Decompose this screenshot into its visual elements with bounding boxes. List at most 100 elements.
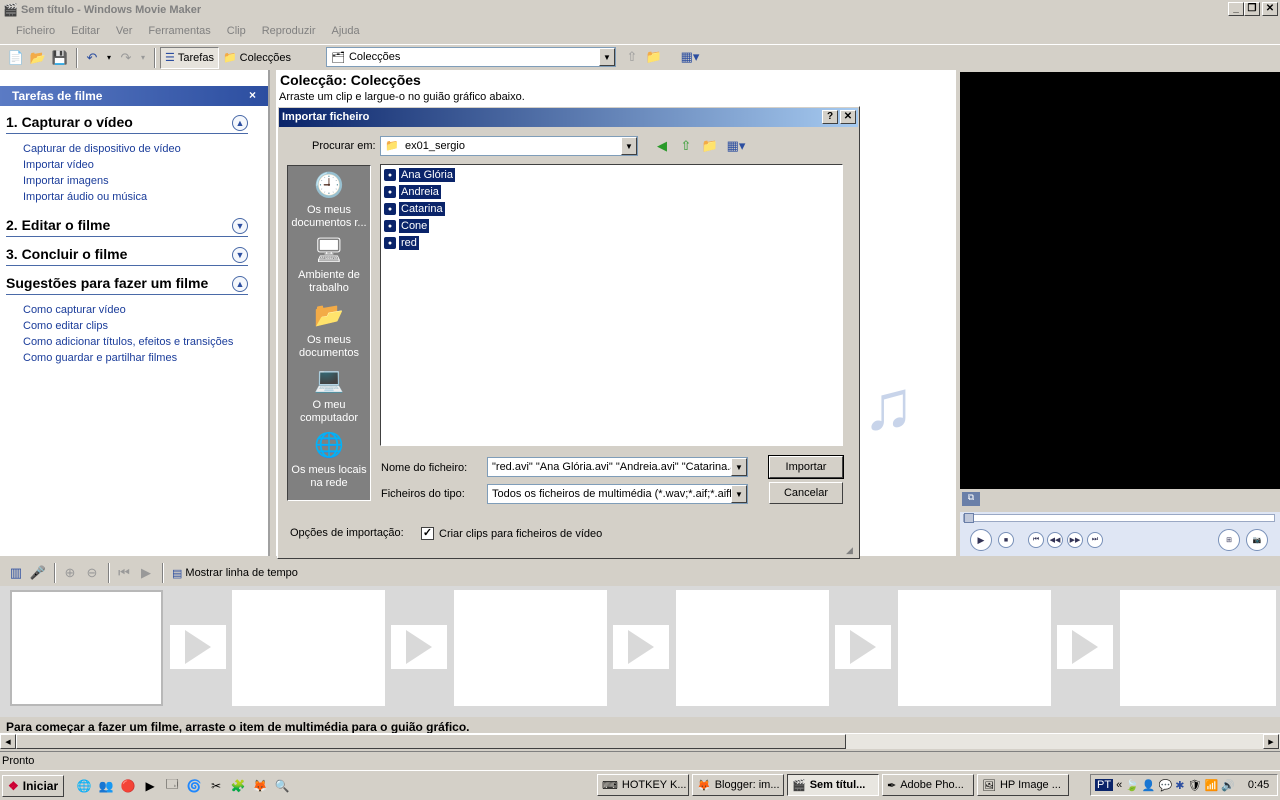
storyboard-frame[interactable] [10,590,163,706]
split-icon[interactable]: ⧉ [962,492,980,506]
new-folder-icon[interactable]: 📁 [700,136,720,156]
scroll-right-icon[interactable]: ▶ [1263,734,1279,749]
firefox-icon[interactable]: 🦊 [250,776,270,796]
tray-app-icon[interactable]: 🍃 [1125,779,1139,792]
collection-combo[interactable]: 🗂 Colecções ▼ [326,47,616,67]
tray-app-icon[interactable]: 🛡 [1188,779,1202,792]
file-item[interactable]: ● Andreia [384,185,441,199]
stop-icon[interactable]: ■ [998,532,1014,548]
restore-button[interactable]: ❐ [1244,2,1260,16]
help-button[interactable]: ? [822,110,838,124]
expand-tray-icon[interactable]: « [1116,779,1122,791]
place-recent[interactable]: 🕘 Os meus documentos r... [287,169,371,230]
app-quicklaunch-icon[interactable]: 🌀 [184,776,204,796]
start-button[interactable]: ❖ Iniciar [2,774,65,797]
cancel-button[interactable]: Cancelar [769,482,843,504]
redo-dropdown-icon[interactable]: ▾ [138,48,148,68]
bluetooth-icon[interactable]: ✱ [1175,779,1184,792]
app-quicklaunch-icon[interactable]: ✂ [206,776,226,796]
link-capture-device[interactable]: Capturar de dispositivo de vídeo [23,143,181,155]
zoom-out-icon[interactable]: ⊖ [82,563,102,583]
tasks-button[interactable]: ☰ Tarefas [160,46,219,69]
open-project-icon[interactable]: 📂 [28,48,48,68]
back-icon[interactable]: ◀ [652,136,672,156]
link-import-audio[interactable]: Importar áudio ou música [23,191,147,203]
seek-thumb[interactable] [964,513,974,523]
storyboard-frame[interactable] [898,590,1051,706]
ie-icon[interactable]: 🌐 [74,776,94,796]
chevron-down-icon[interactable]: ▼ [599,48,615,66]
narrate-icon[interactable]: 🎤 [28,563,48,583]
forward-icon[interactable]: ▶▶ [1067,532,1083,548]
volume-icon[interactable]: 🔊 [1221,779,1235,792]
storyboard-frame[interactable] [1120,590,1276,706]
section-edit[interactable]: 2. Editar o filme ▼ [6,217,248,237]
storyboard-icon[interactable]: ▥ [6,563,26,583]
new-project-icon[interactable]: 📄 [6,48,26,68]
section-finish[interactable]: 3. Concluir o filme ▼ [6,246,248,266]
file-item[interactable]: ● Cone [384,219,430,233]
transition-slot[interactable] [391,625,447,669]
menu-ficheiro[interactable]: Ficheiro [8,25,63,37]
play-icon[interactable]: ▶ [970,529,992,551]
show-timeline-button[interactable]: ▤ Mostrar linha de tempo [168,562,302,584]
chevron-down-icon[interactable]: ▼ [232,247,248,263]
file-list[interactable] [380,164,843,446]
media-player-icon[interactable]: ▶ [140,776,160,796]
filename-field[interactable]: "red.avi" "Ana Glória.avi" "Andreia.avi"… [487,457,748,477]
clock[interactable]: 0:45 [1248,779,1269,791]
place-desktop[interactable]: 🖥 Ambiente de trabalho [287,234,371,295]
chevron-up-icon[interactable]: ▲ [232,115,248,131]
place-my-documents[interactable]: 📂 Os meus documentos [287,299,371,360]
view-menu-icon[interactable]: ▦▾ [724,136,748,156]
undo-dropdown-icon[interactable]: ▾ [104,48,114,68]
menu-reproduzir[interactable]: Reproduzir [254,25,324,37]
transition-slot[interactable] [1057,625,1113,669]
file-item[interactable]: ● red [384,235,420,251]
chevron-down-icon[interactable]: ▼ [621,137,637,155]
chevron-down-icon[interactable]: ▼ [731,485,747,503]
save-project-icon[interactable]: 💾 [50,48,70,68]
taskbar-app-hotkey[interactable]: ⌨ HOTKEY K... [597,774,689,796]
views-icon[interactable]: ▦▾ [678,47,702,67]
menu-ferramentas[interactable]: Ferramentas [140,25,218,37]
link-import-images[interactable]: Importar imagens [23,175,109,187]
split-clip-icon[interactable]: ⊞ [1218,529,1240,551]
dialog-close-button[interactable]: ✕ [840,110,856,124]
play-storyboard-icon[interactable]: ▶ [136,563,156,583]
menu-clip[interactable]: Clip [219,25,254,37]
close-button[interactable]: ✕ [1262,2,1278,16]
up-level-icon[interactable]: ⇧ [622,47,642,67]
link-how-capture[interactable]: Como capturar vídeo [23,304,126,316]
language-indicator[interactable]: PT [1095,779,1114,791]
scroll-left-icon[interactable]: ◀ [0,734,16,749]
app-quicklaunch-icon[interactable]: 🗔 [162,776,182,796]
rewind-storyboard-icon[interactable]: ⏮ [114,563,134,583]
link-import-video[interactable]: Importar vídeo [23,159,94,171]
redo-icon[interactable]: ↷ [116,48,136,68]
section-capture[interactable]: 1. Capturar o vídeo ▲ [6,114,248,134]
chevron-down-icon[interactable]: ▼ [731,458,747,476]
tray-app-icon[interactable]: 💬 [1159,779,1173,792]
look-in-combo[interactable]: 📁 ex01_sergio ▼ [380,136,638,156]
storyboard-frame[interactable] [232,590,385,706]
wireless-icon[interactable]: 📶 [1204,779,1218,792]
place-network[interactable]: 🌐 Os meus locais na rede [287,429,371,490]
transition-slot[interactable] [835,625,891,669]
menu-editar[interactable]: Editar [63,25,108,37]
import-button[interactable]: Importar [768,455,844,479]
taskbar-app-photoshop[interactable]: ✒ Adobe Pho... [882,774,974,796]
taskbar-app-blogger[interactable]: 🦊 Blogger: im... [692,774,784,796]
scroll-thumb[interactable] [16,734,846,749]
transition-slot[interactable] [613,625,669,669]
new-collection-icon[interactable]: 📁 [644,47,664,67]
user-icon[interactable]: 👤 [1142,779,1156,792]
chevron-down-icon[interactable]: ▼ [232,218,248,234]
file-item[interactable]: ● Ana Glória [384,168,455,182]
transition-slot[interactable] [170,625,226,669]
close-icon[interactable]: × [249,88,256,102]
rewind-icon[interactable]: ◀◀ [1047,532,1063,548]
link-how-save[interactable]: Como guardar e partilhar filmes [23,352,177,364]
collections-button[interactable]: 📁 Colecções [219,47,295,69]
minimize-button[interactable]: _ [1228,2,1244,16]
